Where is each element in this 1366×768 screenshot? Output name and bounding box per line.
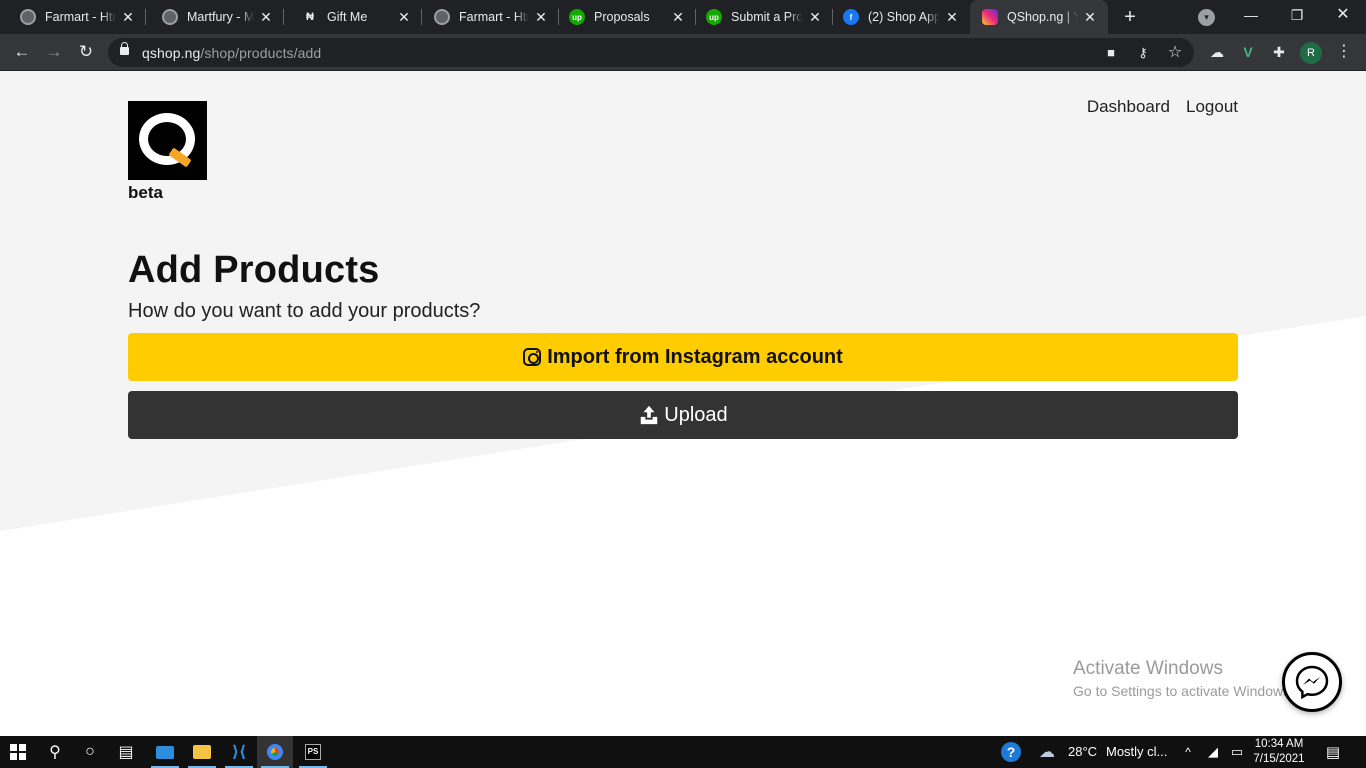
weather-description[interactable]: Mostly cl... — [1106, 744, 1167, 759]
close-tab-icon[interactable]: ✕ — [1082, 9, 1098, 26]
new-tab-button[interactable]: + — [1118, 5, 1142, 29]
upwork-icon: up — [706, 9, 722, 25]
tab-title: Farmart - Html Template — [459, 10, 529, 24]
restore-button[interactable]: ❐ — [1274, 0, 1320, 32]
browser-tab-active[interactable]: QShop.ng | Your ✕ — [970, 0, 1108, 34]
clock-time: 10:34 AM — [1254, 738, 1304, 750]
qshop-logo[interactable] — [128, 101, 207, 180]
tab-title: Proposals — [594, 10, 650, 24]
globe-icon — [434, 9, 450, 25]
page-subtitle: How do you want to add your products? — [128, 300, 481, 322]
taskbar-clock[interactable]: 10:34 AM 7/15/2021 — [1244, 737, 1314, 767]
vscode-icon[interactable]: ⟩⟨ — [221, 736, 257, 768]
back-button[interactable]: ← — [10, 40, 34, 64]
clock-date: 7/15/2021 — [1253, 753, 1305, 765]
browser-tab[interactable]: f (2) Shop App ✕ — [833, 0, 970, 34]
import-instagram-button[interactable]: Import from Instagram account — [128, 333, 1238, 381]
globe-icon — [20, 9, 36, 25]
tab-title: Martfury - Multipurpose — [187, 10, 254, 24]
browser-tab-strip: Farmart - Html Template ✕ Martfury - Mul… — [0, 0, 1366, 34]
tab-title: QShop.ng | Your — [1007, 10, 1078, 24]
close-tab-icon[interactable]: ✕ — [944, 9, 960, 26]
bookmark-star-icon[interactable]: ☆ — [1165, 43, 1185, 63]
tab-search-icon[interactable]: ▾ — [1198, 9, 1215, 26]
minimize-button[interactable]: — — [1228, 0, 1274, 32]
weather-temperature[interactable]: 28°C — [1068, 744, 1097, 759]
weather-cloud-icon[interactable]: ☁ — [1030, 736, 1064, 768]
vue-devtools-icon[interactable]: V — [1237, 41, 1259, 63]
mail-icon[interactable] — [147, 736, 183, 768]
browser-tab[interactable]: Martfury - Multipurpose ✕ — [146, 0, 284, 34]
instagram-icon — [982, 9, 998, 25]
camera-icon[interactable]: ■ — [1101, 43, 1121, 63]
globe-icon — [162, 9, 178, 25]
extension-icon[interactable]: ☁ — [1206, 41, 1228, 63]
address-bar[interactable]: qshop.ng/shop/products/add ■ ⚷ ☆ — [108, 38, 1194, 67]
browser-tab[interactable]: up Proposals ✕ — [559, 0, 696, 34]
dashboard-link[interactable]: Dashboard — [1087, 97, 1170, 117]
cortana-icon[interactable]: ○ — [72, 736, 108, 768]
instagram-icon — [523, 348, 542, 366]
tray-chevron-up-icon[interactable]: ^ — [1175, 736, 1201, 768]
phpstorm-icon[interactable]: PS — [295, 736, 331, 768]
browser-tab[interactable]: ₦ Gift Me ✕ — [284, 0, 422, 34]
tab-title: Gift Me — [327, 10, 368, 24]
browser-tab[interactable]: Farmart - Html Template ✕ — [0, 0, 146, 34]
tab-title: Farmart - Html Template — [45, 10, 116, 24]
activate-windows-hint: Go to Settings to activate Windows. — [1073, 683, 1294, 699]
gift-me-logo-icon: ₦ — [306, 11, 314, 23]
help-icon[interactable]: ? — [994, 736, 1028, 768]
activate-windows-title: Activate Windows — [1073, 658, 1223, 679]
beta-label: beta — [128, 183, 163, 202]
url-text[interactable]: qshop.ng/shop/products/add — [142, 45, 321, 61]
close-tab-icon[interactable]: ✕ — [396, 9, 412, 26]
messenger-icon — [1295, 665, 1329, 700]
tab-title: (2) Shop App — [868, 10, 940, 24]
search-icon[interactable]: ⚲ — [37, 736, 73, 768]
browser-toolbar: ← → ↻ qshop.ng/shop/products/add ■ ⚷ ☆ ☁… — [0, 34, 1366, 71]
key-icon[interactable]: ⚷ — [1133, 43, 1153, 63]
task-view-icon[interactable]: ▤ — [108, 736, 144, 768]
windows-start-icon[interactable] — [0, 736, 36, 768]
menu-kebab-icon[interactable]: ⋮ — [1333, 41, 1355, 63]
reload-button[interactable]: ↻ — [74, 40, 98, 64]
upwork-icon: up — [569, 9, 585, 25]
close-tab-icon[interactable]: ✕ — [533, 9, 549, 26]
logout-link[interactable]: Logout — [1186, 97, 1238, 117]
upload-icon — [641, 405, 658, 425]
messenger-chat-button[interactable] — [1282, 652, 1342, 712]
import-instagram-label: Import from Instagram account — [547, 345, 843, 368]
activate-windows-watermark: Activate Windows Go to Settings to activ… — [1073, 658, 1294, 699]
forward-button[interactable]: → — [42, 40, 66, 64]
lock-icon[interactable] — [120, 42, 129, 55]
page-title: Add Products — [128, 249, 380, 291]
puzzle-extensions-icon[interactable]: ✚ — [1268, 41, 1290, 63]
upload-label: Upload — [664, 403, 728, 426]
top-nav: Dashboard Logout — [1087, 97, 1238, 117]
action-center-icon[interactable]: ▤ — [1316, 736, 1350, 768]
close-window-button[interactable]: ✕ — [1320, 0, 1366, 32]
close-tab-icon[interactable]: ✕ — [670, 9, 686, 26]
wifi-icon[interactable]: ◢ — [1200, 736, 1226, 768]
close-tab-icon[interactable]: ✕ — [258, 9, 274, 26]
file-explorer-icon[interactable] — [184, 736, 220, 768]
facebook-icon: f — [843, 9, 859, 25]
browser-tab[interactable]: Farmart - Html Template ✕ — [422, 0, 559, 34]
tab-title: Submit a Proposal — [731, 10, 803, 24]
web-page: beta Dashboard Logout Add Products How d… — [0, 71, 1366, 736]
close-tab-icon[interactable]: ✕ — [807, 9, 823, 26]
profile-avatar[interactable]: R — [1300, 42, 1322, 64]
windows-taskbar: ⚲ ○ ▤ ⟩⟨ PS ? ☁ 28°C Mostly cl... ^ ◢ ▭ … — [0, 736, 1366, 768]
browser-tab[interactable]: up Submit a Proposal ✕ — [696, 0, 833, 34]
upload-button[interactable]: Upload — [128, 391, 1238, 439]
chrome-icon[interactable] — [257, 736, 293, 768]
close-tab-icon[interactable]: ✕ — [120, 9, 136, 26]
